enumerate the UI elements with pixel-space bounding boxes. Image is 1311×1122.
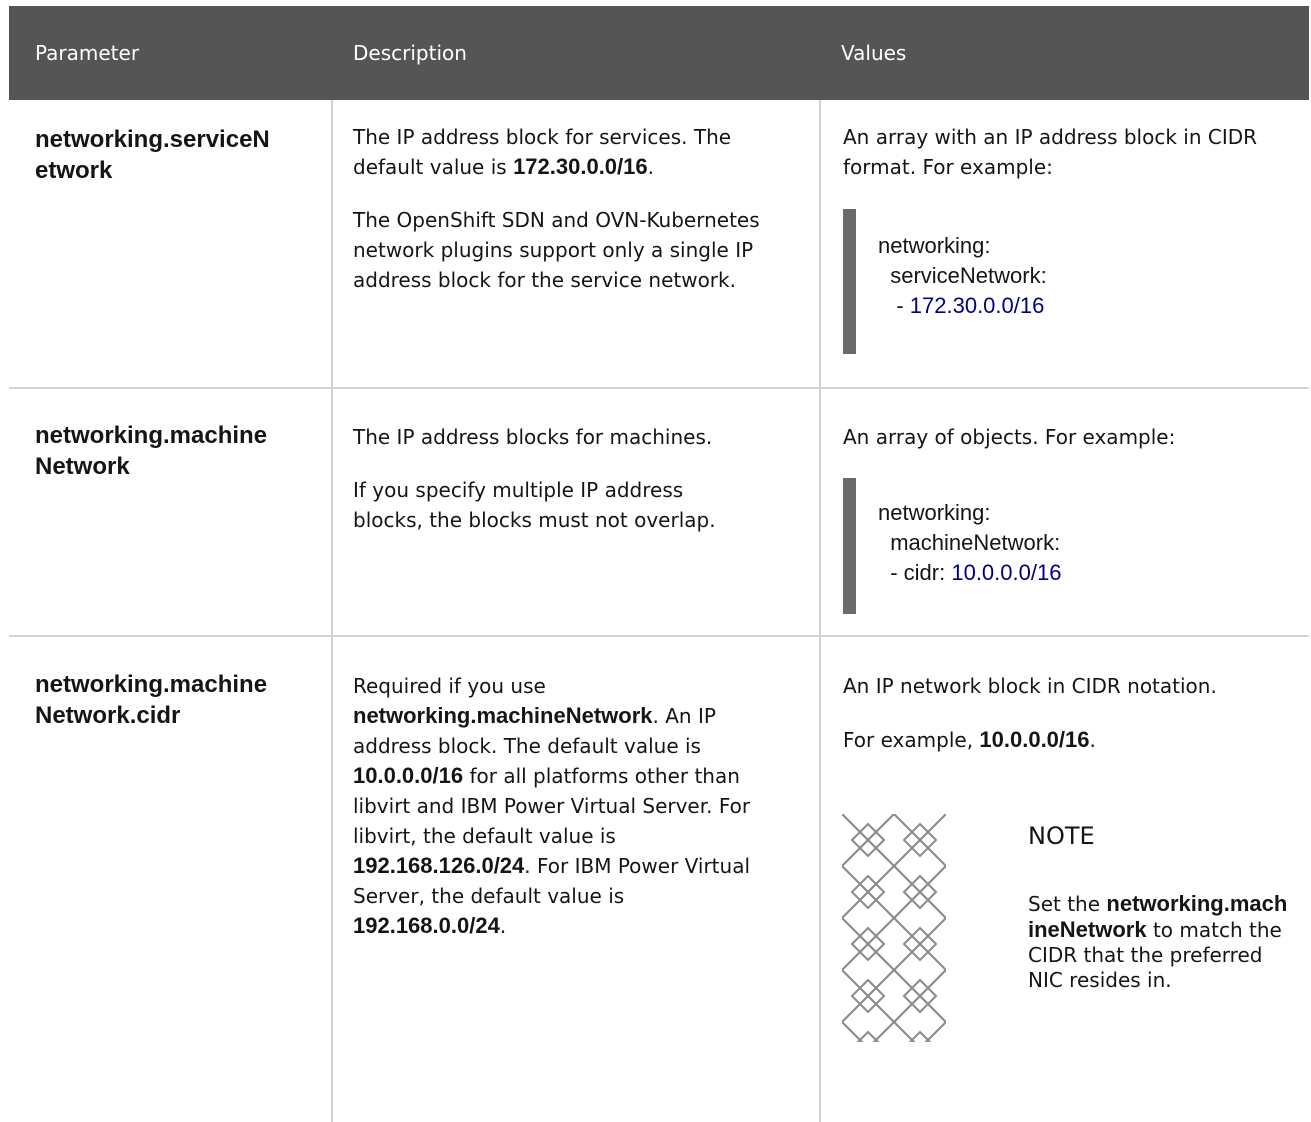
code-line: - cidr: 10.0.0.0/16 — [878, 560, 1062, 585]
description-paragraph: The OpenShift SDN and OVN-Kubernetes net… — [353, 208, 760, 292]
description: The IP address block for services. The d… — [353, 122, 793, 295]
note-body: Set the networking.machineNetwork to mat… — [1028, 891, 1288, 992]
description-paragraph: If you specify multiple IP address block… — [353, 478, 716, 532]
code-line: serviceNetwork: — [878, 263, 1047, 288]
description: The IP address blocks for machines. If y… — [353, 422, 793, 535]
table-header — [9, 6, 1309, 100]
row-divider-2 — [9, 635, 1309, 637]
code-line: networking: — [878, 233, 991, 258]
value-intro: An array of objects. For example: — [843, 425, 1176, 449]
note-pattern-icon — [842, 814, 946, 1042]
header-parameter: Parameter — [35, 41, 140, 65]
code-example: networking: machineNetwork: - cidr: 10.0… — [843, 478, 1061, 614]
value-text: An IP network block in CIDR notation. — [843, 674, 1217, 698]
parameter-name: networking.machine Network.cidr — [35, 671, 268, 729]
value-example: For example, 10.0.0.0/16. — [843, 727, 1096, 752]
description: Required if you use networking.machineNe… — [353, 674, 751, 938]
row-divider-1 — [9, 387, 1309, 389]
parameter-name: networking.machine Network — [35, 422, 268, 480]
column-divider-2 — [819, 100, 821, 1122]
code-line: networking: — [878, 500, 991, 525]
description-paragraph: The IP address block for services. The d… — [353, 125, 732, 179]
value-intro: An array with an IP address block in CID… — [843, 125, 1258, 179]
header-description: Description — [353, 41, 467, 65]
parameter-name: networking.serviceN etwork — [35, 126, 270, 184]
code-example: networking: serviceNetwork: - 172.30.0.0… — [843, 209, 1047, 354]
code-line: - 172.30.0.0/16 — [878, 293, 1045, 318]
note-title: NOTE — [1028, 822, 1095, 850]
column-divider-1 — [331, 100, 333, 1122]
header-values: Values — [841, 41, 907, 65]
code-line: machineNetwork: — [878, 530, 1061, 555]
description-paragraph: The IP address blocks for machines. — [353, 425, 713, 449]
